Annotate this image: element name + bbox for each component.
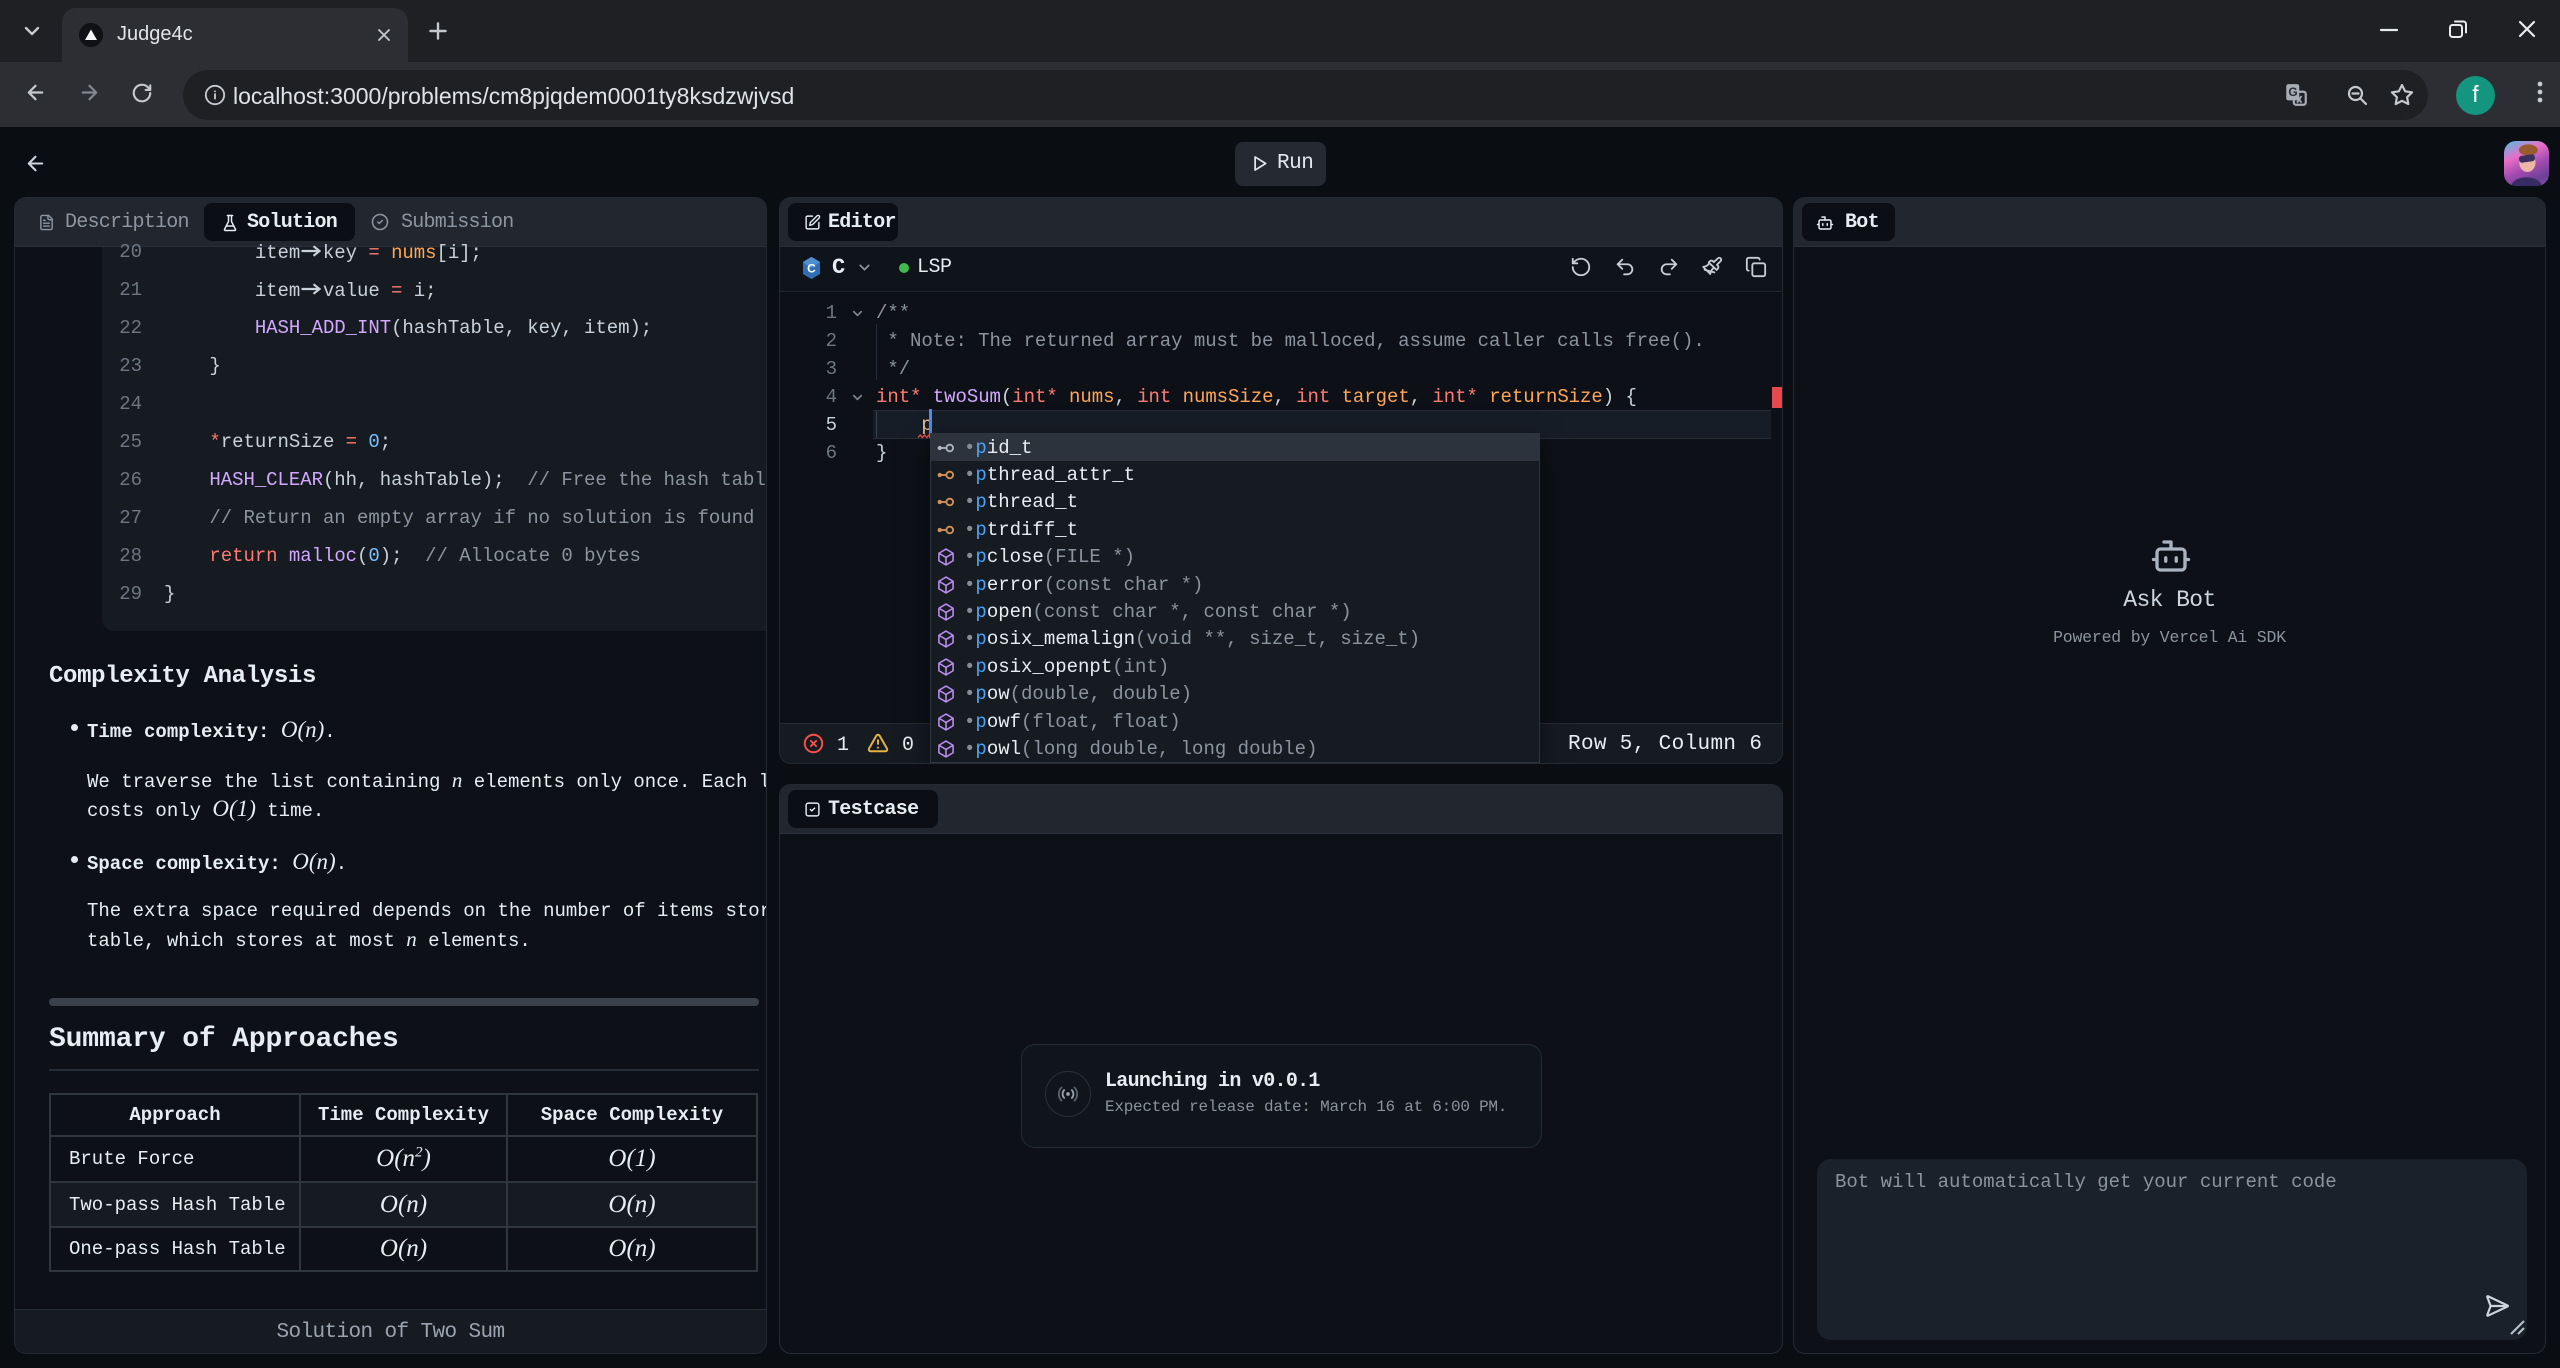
svg-text:G: G bbox=[2288, 85, 2297, 99]
svg-text:C: C bbox=[807, 261, 816, 275]
